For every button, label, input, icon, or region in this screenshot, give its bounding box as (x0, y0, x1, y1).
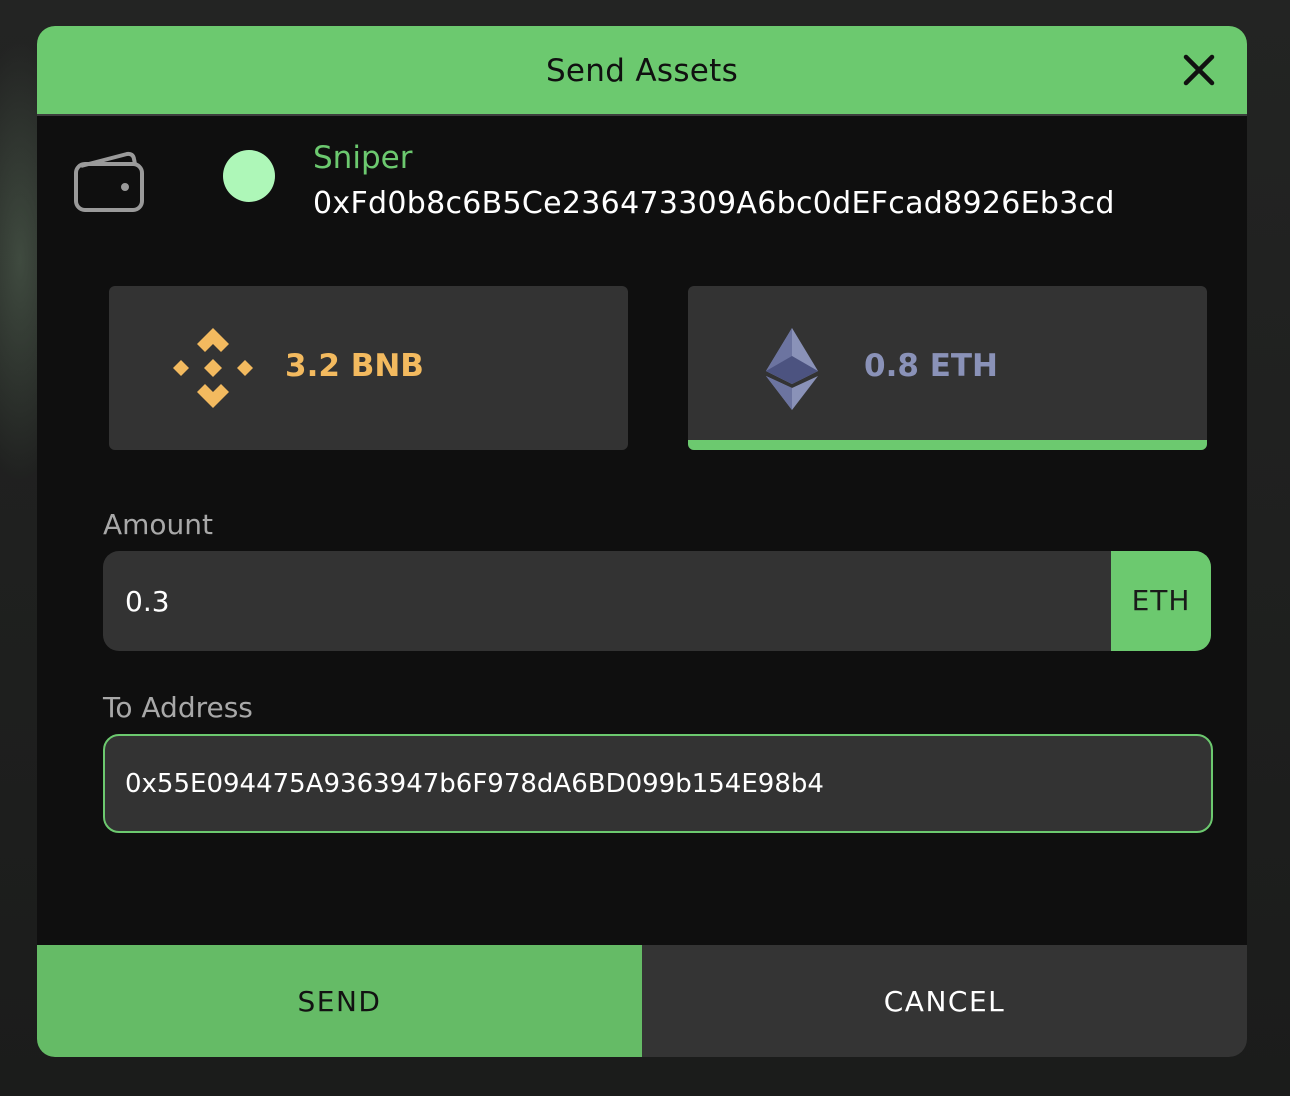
cancel-button[interactable]: CANCEL (642, 945, 1247, 1057)
selected-indicator (688, 440, 1207, 450)
modal-header: Send Assets (37, 26, 1247, 116)
close-icon[interactable] (1181, 52, 1217, 88)
send-button[interactable]: SEND (37, 945, 642, 1057)
bnb-balance: 3.2 BNB (285, 348, 424, 384)
eth-icon (750, 326, 834, 410)
wallet-icon (73, 148, 145, 214)
asset-card-bnb[interactable]: 3.2 BNB (109, 286, 628, 450)
modal-title: Send Assets (545, 53, 739, 89)
amount-unit-badge: ETH (1111, 551, 1211, 651)
amount-field-group: ETH (103, 551, 1211, 651)
amount-label: Amount (103, 508, 214, 541)
modal-footer: SEND CANCEL (37, 945, 1247, 1057)
to-address-input[interactable] (103, 734, 1213, 833)
amount-input[interactable] (103, 551, 1111, 651)
asset-card-eth[interactable]: 0.8 ETH (688, 286, 1207, 450)
send-assets-modal: Send Assets Sniper 0xFd0b8c6B5Ce23647330… (37, 26, 1247, 1057)
account-address: 0xFd0b8c6B5Ce236473309A6bc0dEFcad8926Eb3… (313, 186, 1115, 221)
account-name: Sniper (313, 140, 413, 176)
eth-balance: 0.8 ETH (864, 348, 998, 384)
to-address-label: To Address (103, 691, 253, 724)
account-summary: Sniper 0xFd0b8c6B5Ce236473309A6bc0dEFcad… (73, 140, 1213, 256)
bnb-icon (171, 326, 255, 410)
account-avatar (223, 150, 275, 202)
